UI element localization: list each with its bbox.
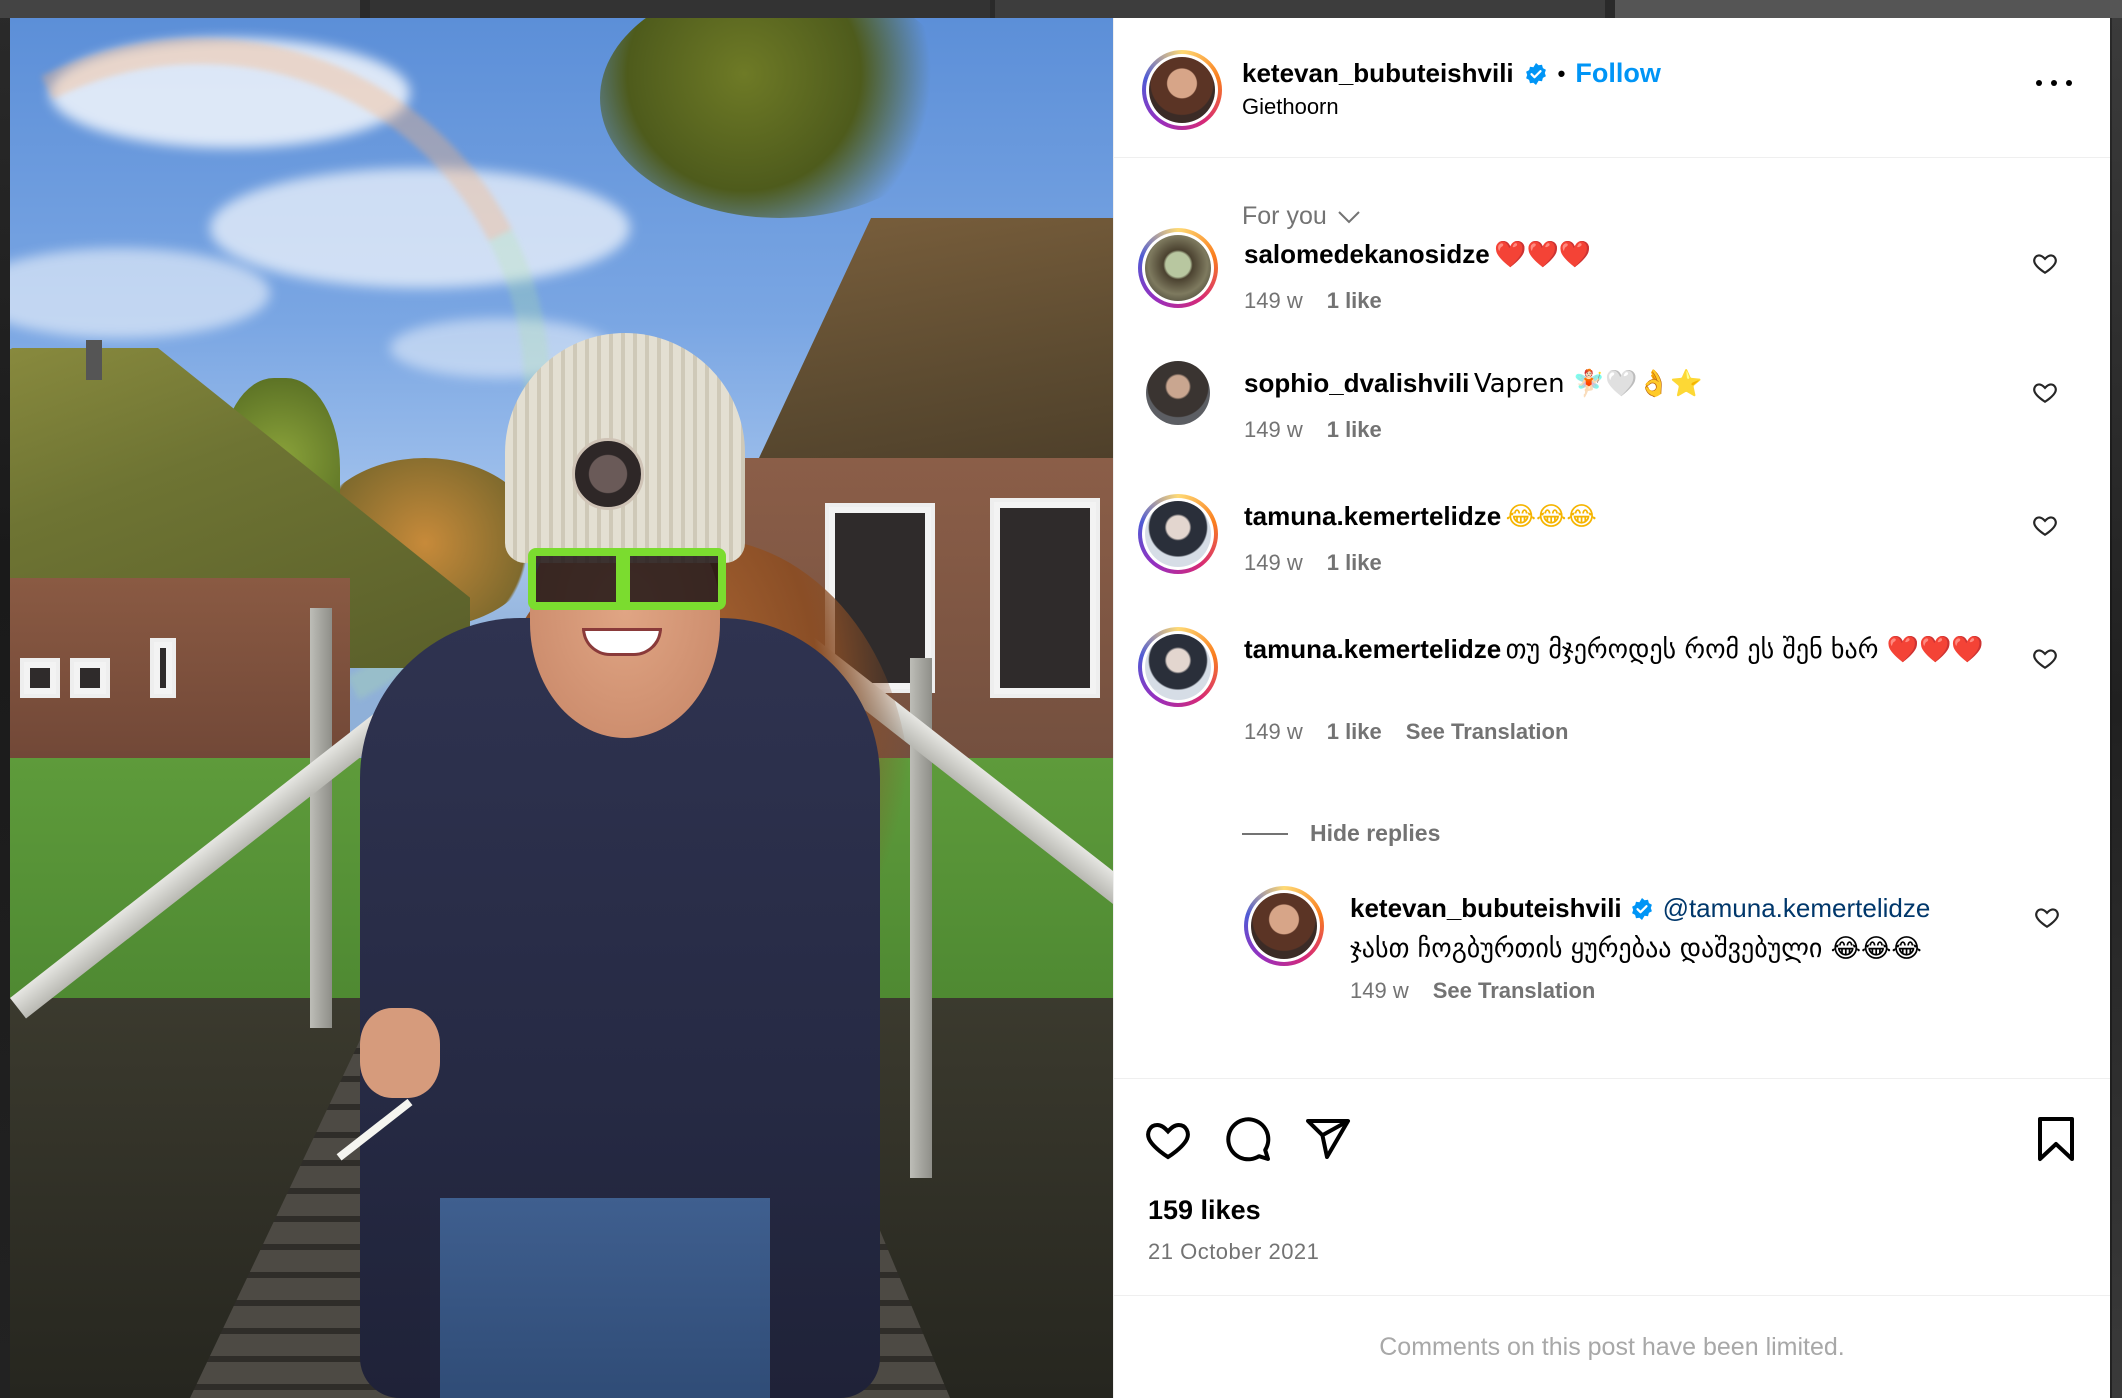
comment-filter-label: For you [1242,202,1327,230]
comment-likes[interactable]: 1 like [1327,417,1382,443]
comment-text: Vapren 🧚🏻🤍👌⭐️ [1473,369,1703,399]
commenter-avatar[interactable] [1138,494,1218,574]
hand [360,1008,440,1098]
bookmark-icon[interactable] [2032,1115,2080,1163]
post-side-panel: ketevan_bubuteishvili • Follow Giethoorn… [1113,18,2110,1398]
post-header: ketevan_bubuteishvili • Follow Giethoorn [1114,18,2110,158]
comments-limited-notice: Comments on this post have been limited. [1114,1295,2110,1398]
thatched-roof-right [745,218,1113,488]
author-line: ketevan_bubuteishvili • Follow [1242,58,1661,89]
reply-author-avatar[interactable] [1244,886,1324,966]
window [70,658,110,698]
heart-icon[interactable] [2032,250,2058,276]
commenter-avatar[interactable] [1138,228,1218,308]
hide-replies-button[interactable]: Hide replies [1242,820,1440,847]
comment-icon[interactable] [1224,1115,1272,1163]
post-actions: 159 likes 21 October 2021 Comments on th… [1114,1078,2110,1398]
comment-age[interactable]: 149 w [1244,288,1303,314]
jeans [440,1198,770,1398]
share-icon[interactable] [1304,1115,1352,1163]
see-translation-link[interactable]: See Translation [1406,719,1569,745]
backdrop-strip [370,0,990,18]
reply-item: ketevan_bubuteishvili @tamuna.kemertelid… [1244,886,2090,1006]
commenter-avatar[interactable] [1146,361,1210,425]
heart-icon[interactable] [2032,379,2058,405]
reply-age[interactable]: 149 w [1350,978,1409,1004]
comment-filter-dropdown[interactable]: For you [1242,202,1361,231]
comment-item: salomedekanosidze ❤️❤️❤️ 149 w 1 like [1138,228,2088,328]
comment-likes[interactable]: 1 like [1327,550,1382,576]
window [20,658,60,698]
backdrop-strip [1615,0,2122,18]
backdrop-strip [0,0,360,18]
backdrop-strip [995,0,1605,18]
reply-text: ჯასთ ჩოგბურთის ყურებაა დაშვებული 😂😂😂 [1350,934,1922,964]
comment-age[interactable]: 149 w [1244,417,1303,443]
commenter-username[interactable]: salomedekanosidze [1244,239,1490,269]
verified-badge-icon [1525,62,1546,85]
chimney [86,340,102,380]
comment-text: თუ მჯეროდეს რომ ეს შენ ხარ ❤️❤️❤️ [1505,635,1984,665]
chevron-down-icon [1338,210,1360,223]
commenter-avatar[interactable] [1138,627,1218,707]
heart-icon[interactable] [2032,645,2058,671]
heart-icon[interactable] [1144,1115,1192,1163]
backdrop-strip [2112,18,2122,1398]
comment-item: tamuna.kemertelidze თუ მჯეროდეს რომ ეს შ… [1138,627,2088,767]
author-username[interactable]: ketevan_bubuteishvili [1242,58,1514,89]
comment-age[interactable]: 149 w [1244,719,1303,745]
comment-text: 😂😂😂 [1505,502,1597,532]
more-icon[interactable] [2036,76,2072,90]
separator-dot: • [1557,60,1566,86]
reply-author-username[interactable]: ketevan_bubuteishvili [1350,893,1622,923]
comment-likes[interactable]: 1 like [1327,288,1382,314]
follow-button[interactable]: Follow [1575,58,1660,89]
hide-replies-label: Hide replies [1310,820,1441,846]
brick-house-left [10,578,350,778]
post-photo[interactable] [10,18,1113,1398]
comment-age[interactable]: 149 w [1244,550,1303,576]
beanie-patch [572,438,644,510]
commenter-username[interactable]: tamuna.kemertelidze [1244,501,1501,531]
comment-item: tamuna.kemertelidze 😂😂😂 149 w 1 like [1138,494,2088,594]
heart-icon[interactable] [2034,904,2060,930]
author-avatar[interactable] [1142,50,1222,130]
comment-likes[interactable]: 1 like [1327,719,1382,745]
comment-text: ❤️❤️❤️ [1494,240,1592,270]
post-date[interactable]: 21 October 2021 [1148,1239,1319,1265]
heart-icon[interactable] [2032,512,2058,538]
tree-foliage [600,18,960,218]
verified-badge-icon [1632,898,1653,920]
reply-mention-link[interactable]: @tamuna.kemertelidze [1663,893,1931,923]
commenter-username[interactable]: sophio_dvalishvili [1244,368,1469,398]
bridge-post [310,608,332,1028]
commenter-username[interactable]: tamuna.kemertelidze [1244,634,1501,664]
post-location[interactable]: Giethoorn [1242,94,1339,120]
comments-list[interactable]: For you salomedekanosidze ❤️❤️❤️ 149 w 1… [1114,158,2110,1078]
likes-count[interactable]: 159 likes [1148,1195,1261,1226]
post-modal: ketevan_bubuteishvili • Follow Giethoorn… [10,18,2110,1398]
comment-item: sophio_dvalishvili Vapren 🧚🏻🤍👌⭐️ 149 w 1… [1138,361,2088,461]
replies-divider-line [1242,832,1288,835]
see-translation-link[interactable]: See Translation [1433,978,1596,1004]
window [990,498,1100,698]
sunglasses [528,548,726,610]
window [150,638,176,698]
